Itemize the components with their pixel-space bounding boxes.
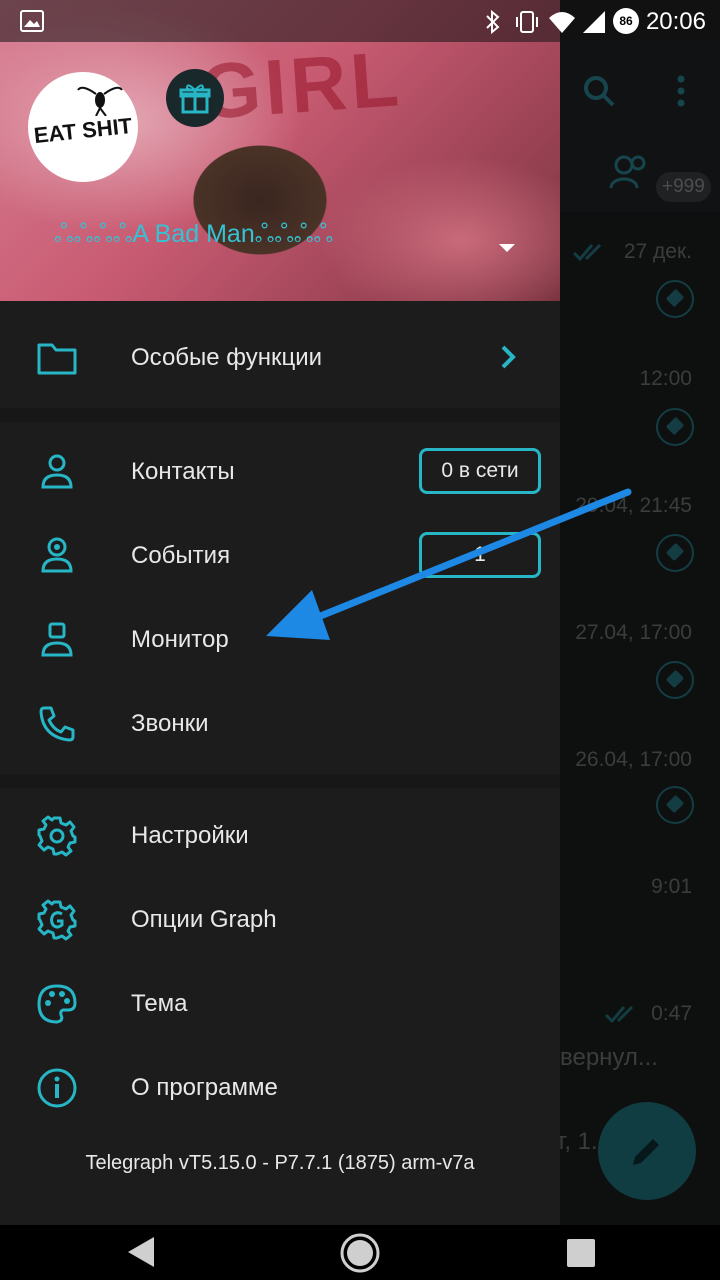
scrim[interactable] [560,0,720,1225]
graph-gear-icon [37,899,77,941]
navigation-drawer: GIRL EAT SHIT ஃஃஃஃA Bad Manஃஃஃஃ Особые ф… [0,0,560,1225]
menu-item-label: Монитор [131,626,229,653]
menu-item-label: Тема [131,990,188,1017]
signal-icon [583,11,605,33]
menu-item-monitor[interactable]: Монитор [0,598,560,682]
gallery-notification-icon [20,10,44,32]
recents-icon[interactable] [566,1238,596,1268]
menu-item-settings[interactable]: Настройки [0,794,560,878]
person-activity-icon [41,537,73,573]
menu-item-label: Звонки [131,710,209,737]
clock: 20:06 [645,8,706,35]
app-version: Telegraph vT5.15.0 - P7.7.1 (1875) arm-v… [85,1152,475,1174]
menu-item-label: События [131,542,231,569]
home-icon[interactable] [339,1232,381,1274]
gift-button[interactable] [166,69,224,127]
divider [0,408,560,422]
menu-item-events[interactable]: События 1 [0,514,560,598]
menu-item-contacts[interactable]: Контакты 0 в сети [0,430,560,514]
chat-list-background: +999 27 дек. 12:00 29.04, 21:45 27.04, 1… [556,0,720,1225]
person-icon [41,454,73,489]
menu-item-about[interactable]: О программе [0,1046,560,1130]
system-navigation-bar [0,1225,720,1280]
menu-item-label: Контакты [131,458,235,485]
person-monitor-icon [41,622,73,657]
online-count-badge: 0 в сети [419,448,541,494]
menu-item-special-features[interactable]: Особые функции [0,316,560,400]
header-art: GIRL [197,34,406,136]
menu-item-label: Настройки [131,822,249,849]
menu-item-theme[interactable]: Тема [0,962,560,1046]
chevron-right-icon [501,345,516,369]
palette-icon [37,984,77,1024]
phone-icon [39,706,75,742]
bluetooth-icon [486,10,500,34]
wifi-icon [549,12,575,33]
vibrate-icon [516,11,538,33]
menu-item-label: Опции Graph [131,906,277,933]
gear-icon [37,815,77,857]
status-bar: 86 20:06 [0,0,720,42]
mosquito-icon [77,86,123,116]
events-count-badge: 1 [419,532,541,578]
menu-item-graph-options[interactable]: Опции Graph [0,878,560,962]
menu-item-label: О программе [131,1074,278,1101]
account-switch-caret-icon[interactable] [499,244,515,252]
menu-item-label: Особые функции [131,344,323,371]
avatar[interactable]: EAT SHIT [28,72,138,182]
back-icon[interactable] [126,1235,156,1269]
avatar-caption: EAT SHIT [32,112,134,149]
battery-icon: 86 [613,8,639,34]
info-icon [37,1068,77,1108]
divider [0,774,560,788]
folder-icon [37,343,77,375]
drawer-header: GIRL EAT SHIT ஃஃஃஃA Bad Manஃஃஃஃ [0,0,560,301]
profile-username: ஃஃஃஃA Bad Manஃஃஃஃ [54,220,334,248]
menu-item-calls[interactable]: Звонки [0,682,560,766]
gift-icon [179,84,211,114]
